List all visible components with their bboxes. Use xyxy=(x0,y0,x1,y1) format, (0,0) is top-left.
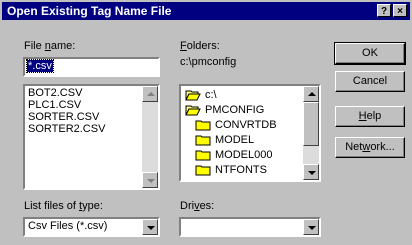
file-list-scrollbar[interactable] xyxy=(142,86,158,188)
file-name-value: *.csv xyxy=(26,59,54,73)
folders-label: Folders: xyxy=(180,40,220,52)
folder-icon xyxy=(195,150,211,161)
list-item[interactable]: PLC1.CSV xyxy=(28,99,105,111)
file-type-select[interactable]: Csv Files (*.csv) xyxy=(23,217,160,237)
current-folder-path: c:\pmconfig xyxy=(180,56,237,68)
file-type-dropdown-button[interactable] xyxy=(142,219,158,235)
help-button[interactable]: Help xyxy=(335,106,405,127)
folder-item[interactable]: PMCONFIG xyxy=(185,103,264,117)
folder-item[interactable]: c:\ xyxy=(185,88,217,102)
list-item[interactable]: SORTER2.CSV xyxy=(28,123,105,135)
arrow-up-icon xyxy=(308,92,316,96)
file-list[interactable]: BOT2.CSV PLC1.CSV SORTER.CSV SORTER2.CSV xyxy=(23,84,160,190)
folder-item[interactable]: MODEL000 xyxy=(195,148,272,162)
folder-item[interactable]: NTFONTS xyxy=(195,163,267,177)
chevron-down-icon xyxy=(308,226,316,230)
arrow-up-icon xyxy=(147,92,155,96)
open-folder-icon xyxy=(185,105,201,116)
folder-icon xyxy=(195,165,211,176)
scroll-down-button[interactable] xyxy=(142,172,158,188)
file-name-input[interactable]: *.csv xyxy=(23,57,160,77)
file-name-label: File name: xyxy=(24,40,76,52)
scroll-up-button[interactable] xyxy=(142,86,158,102)
scroll-down-button[interactable] xyxy=(303,164,319,180)
drives-label: Drives: xyxy=(180,200,215,212)
file-type-value: Csv Files (*.csv) xyxy=(28,220,108,232)
network-button[interactable]: Network... xyxy=(335,137,405,158)
folder-item[interactable]: CONVRTDB xyxy=(195,118,277,132)
drives-select[interactable] xyxy=(179,217,321,237)
folder-tree-scrollbar[interactable] xyxy=(303,86,319,180)
arrow-down-icon xyxy=(308,171,316,175)
dialog-title: Open Existing Tag Name File xyxy=(7,4,172,18)
file-type-label: List files of type: xyxy=(24,200,103,212)
arrow-down-icon xyxy=(147,179,155,183)
cancel-button[interactable]: Cancel xyxy=(335,71,405,92)
scroll-up-button[interactable] xyxy=(303,86,319,102)
chevron-down-icon xyxy=(147,226,155,230)
folder-icon xyxy=(195,135,211,146)
list-item[interactable]: BOT2.CSV xyxy=(28,87,105,99)
title-bar: Open Existing Tag Name File ? × xyxy=(2,2,410,20)
close-title-button[interactable]: × xyxy=(393,4,407,17)
open-tag-file-dialog: Open Existing Tag Name File ? × File nam… xyxy=(0,0,412,245)
folder-icon xyxy=(195,120,211,131)
folder-tree[interactable]: c:\ PMCONFIG CONVRTDB MODEL MODEL000 NTF… xyxy=(179,84,321,182)
scroll-thumb[interactable] xyxy=(303,102,319,146)
drives-dropdown-button[interactable] xyxy=(303,219,319,235)
ok-button[interactable]: OK xyxy=(334,42,406,65)
list-item[interactable]: SORTER.CSV xyxy=(28,111,105,123)
help-title-button[interactable]: ? xyxy=(377,4,391,17)
open-folder-icon xyxy=(185,90,201,101)
folder-item[interactable]: MODEL xyxy=(195,133,254,147)
